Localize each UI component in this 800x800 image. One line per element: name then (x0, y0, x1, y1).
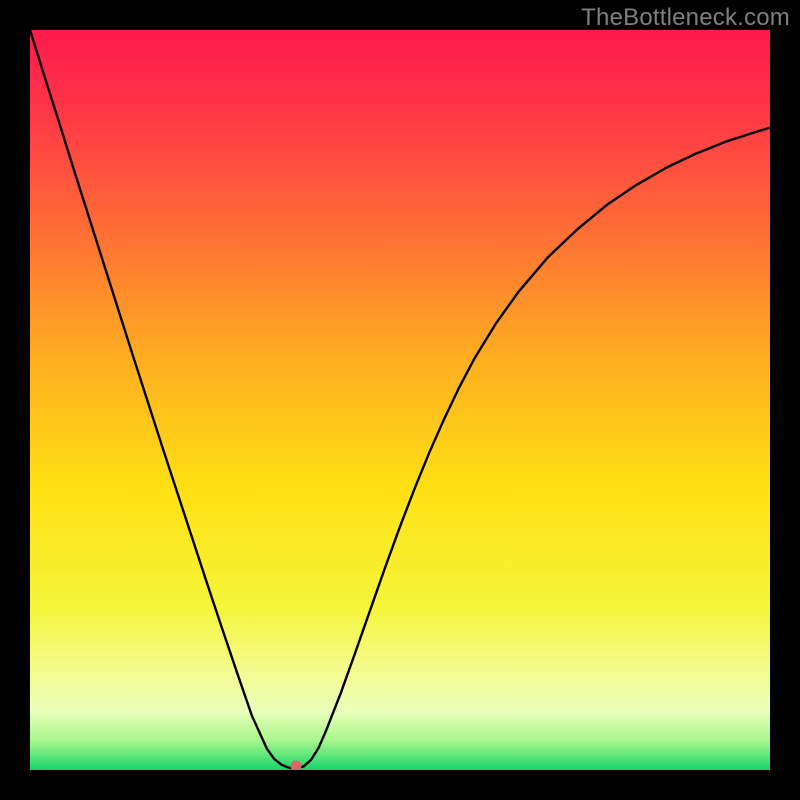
watermark-text: TheBottleneck.com (581, 4, 790, 32)
plot-area (30, 30, 770, 770)
bottleneck-curve (30, 30, 770, 770)
optimum-marker (291, 761, 302, 770)
chart-frame: TheBottleneck.com (0, 0, 800, 800)
